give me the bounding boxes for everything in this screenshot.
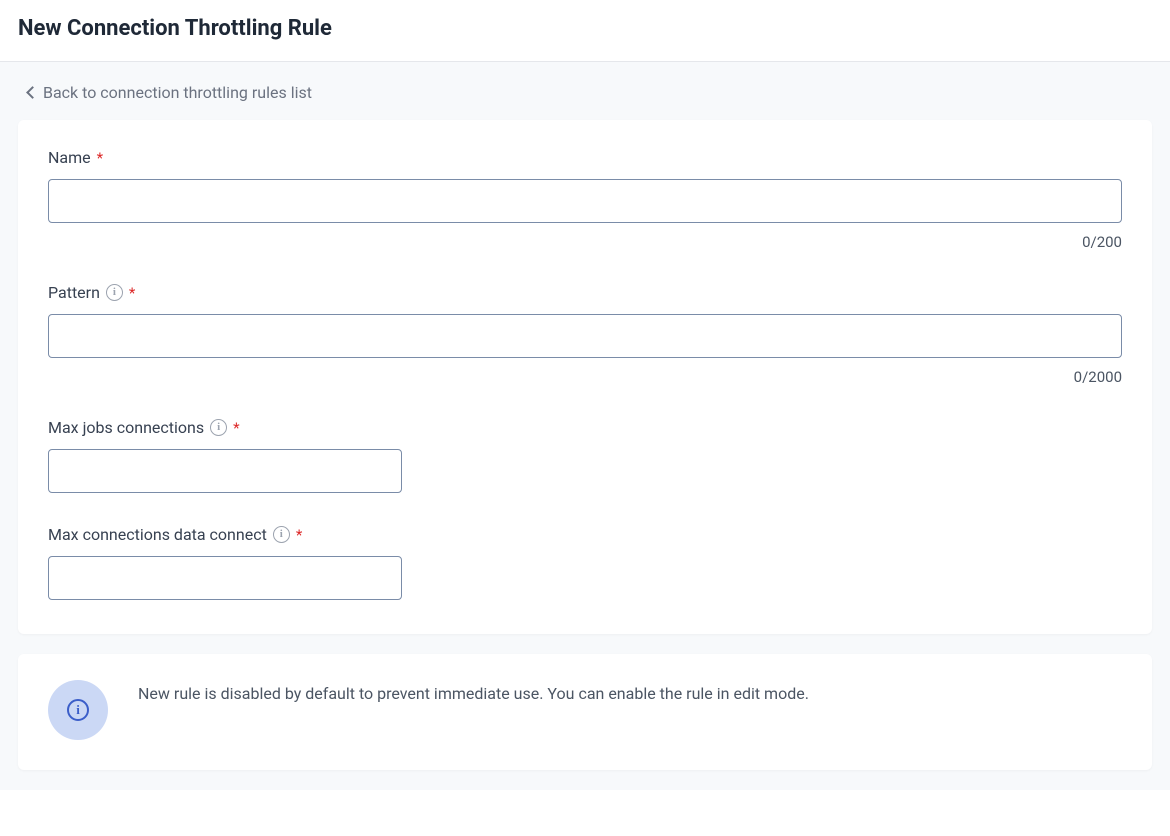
name-counter: 0/200 (48, 233, 1122, 251)
required-indicator: * (296, 526, 302, 544)
content-area: Back to connection throttling rules list… (0, 62, 1170, 790)
back-link-label: Back to connection throttling rules list (43, 83, 312, 102)
notice-text: New rule is disabled by default to preve… (138, 680, 809, 703)
form-group-max-data-connect: Max connections data connect i * (48, 525, 1122, 600)
name-input[interactable] (48, 179, 1122, 223)
required-indicator: * (97, 149, 103, 167)
required-indicator: * (233, 419, 239, 437)
max-jobs-label: Max jobs connections (48, 418, 204, 437)
chevron-left-icon (26, 86, 39, 99)
info-icon[interactable]: i (273, 526, 290, 543)
back-link[interactable]: Back to connection throttling rules list (28, 83, 312, 102)
page-header: New Connection Throttling Rule (0, 0, 1170, 62)
max-jobs-label-row: Max jobs connections i * (48, 418, 1122, 437)
page-title: New Connection Throttling Rule (18, 16, 1152, 41)
form-card: Name * 0/200 Pattern i * 0/2000 Max jobs… (18, 120, 1152, 634)
max-jobs-input[interactable] (48, 449, 402, 493)
max-data-connect-label: Max connections data connect (48, 525, 267, 544)
pattern-counter: 0/2000 (48, 368, 1122, 386)
max-data-connect-label-row: Max connections data connect i * (48, 525, 1122, 544)
notice-icon-wrap: i (48, 680, 108, 740)
name-label: Name (48, 148, 91, 167)
pattern-input[interactable] (48, 314, 1122, 358)
info-icon[interactable]: i (210, 419, 227, 436)
form-group-name: Name * 0/200 (48, 148, 1122, 251)
back-row: Back to connection throttling rules list (0, 62, 1170, 120)
info-icon[interactable]: i (106, 284, 123, 301)
pattern-label-row: Pattern i * (48, 283, 1122, 302)
notice-card: i New rule is disabled by default to pre… (18, 654, 1152, 770)
form-group-max-jobs: Max jobs connections i * (48, 418, 1122, 493)
name-label-row: Name * (48, 148, 1122, 167)
pattern-label: Pattern (48, 283, 100, 302)
info-icon: i (67, 699, 89, 721)
max-data-connect-input[interactable] (48, 556, 402, 600)
required-indicator: * (129, 284, 135, 302)
form-group-pattern: Pattern i * 0/2000 (48, 283, 1122, 386)
